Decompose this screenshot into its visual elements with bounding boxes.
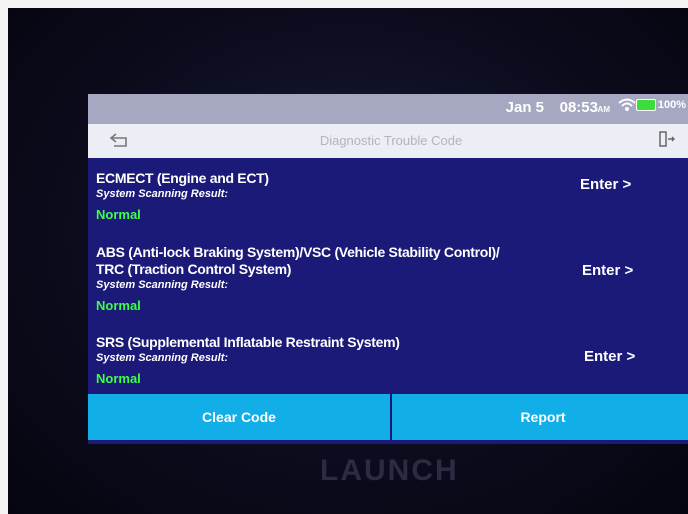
battery-indicator: 100% xyxy=(635,99,686,111)
status-time: 08:53 xyxy=(559,99,598,116)
scan-result-value: Normal xyxy=(96,371,141,386)
scan-result-value: Normal xyxy=(96,298,141,313)
title-bar: Diagnostic Trouble Code xyxy=(88,124,688,158)
system-row-srs[interactable]: SRS (Supplemental Inflatable Restraint S… xyxy=(96,334,686,386)
clear-code-button[interactable]: Clear Code xyxy=(88,394,390,440)
enter-button-abs[interactable]: Enter > xyxy=(582,262,633,279)
action-bar: Clear Code Report xyxy=(88,394,688,440)
enter-button-ecm[interactable]: Enter > xyxy=(580,176,631,193)
enter-button-srs[interactable]: Enter > xyxy=(584,348,635,365)
status-ampm: AM xyxy=(597,105,610,114)
page-title: Diagnostic Trouble Code xyxy=(319,133,463,148)
wifi-icon xyxy=(618,97,636,118)
system-row-ecm[interactable]: ECMECT (Engine and ECT) System Scanning … xyxy=(96,170,686,222)
battery-level: 100% xyxy=(657,99,686,111)
status-date: Jan 5 xyxy=(505,99,544,116)
brand-logo: LAUNCH xyxy=(320,454,459,487)
battery-icon xyxy=(635,99,656,111)
exit-icon[interactable] xyxy=(658,130,676,153)
status-bar: Jan 5 08:53 AM 100% xyxy=(88,94,688,124)
device-screen: Jan 5 08:53 AM 100% Diagnostic Trouble C… xyxy=(88,94,688,444)
scan-result-label: System Scanning Result: xyxy=(96,279,229,291)
report-button[interactable]: Report xyxy=(392,394,688,440)
scan-result-value: Normal xyxy=(96,207,141,222)
system-name: ABS (Anti-lock Braking System)/VSC (Vehi… xyxy=(96,244,500,260)
system-row-abs[interactable]: ABS (Anti-lock Braking System)/VSC (Vehi… xyxy=(96,244,686,313)
device-photo: Jan 5 08:53 AM 100% Diagnostic Trouble C… xyxy=(8,8,688,514)
